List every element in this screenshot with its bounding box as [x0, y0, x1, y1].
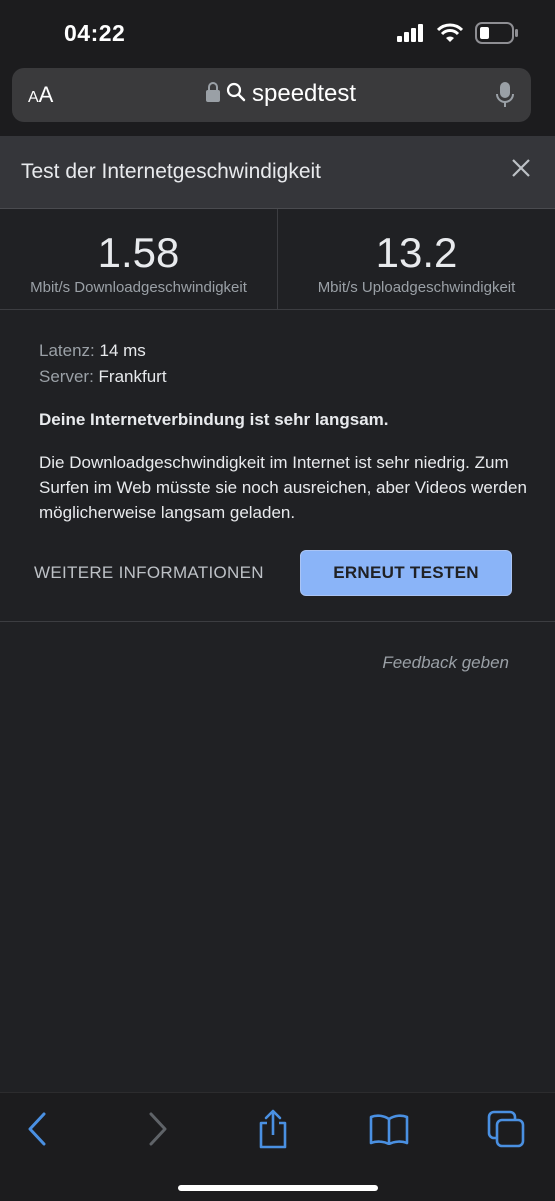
home-indicator: [178, 1185, 378, 1191]
close-icon[interactable]: [511, 158, 531, 183]
text-size-small-label: A: [28, 89, 39, 106]
status-icons: [397, 22, 519, 49]
tabs-icon[interactable]: [486, 1109, 526, 1149]
result-headline: Deine Internetverbindung ist sehr langsa…: [39, 410, 389, 429]
upload-value: 13.2: [375, 229, 458, 276]
download-label: Mbit/s Downloadgeschwindigkeit: [30, 279, 247, 296]
lock-icon: [206, 81, 220, 107]
speedtest-header: Test der Internetgeschwindigkeit: [0, 136, 555, 209]
latency-value: 14 ms: [99, 341, 146, 360]
upload-label: Mbit/s Uploadgeschwindigkeit: [317, 279, 516, 296]
url-text: speedtest: [252, 80, 357, 107]
server-key: Server:: [39, 367, 94, 386]
bookmarks-icon[interactable]: [369, 1109, 409, 1149]
latency-line: Latenz: 14 ms: [39, 338, 529, 364]
divider: [0, 621, 555, 622]
speed-metrics: 1.58 Mbit/s Downloadgeschwindigkeit 13.2…: [0, 209, 555, 310]
signal-icon: [397, 24, 425, 47]
text-size-large-label: A: [38, 82, 54, 107]
browser-top-bar: AA speedtest: [0, 62, 555, 136]
share-icon[interactable]: [253, 1109, 293, 1149]
wifi-icon: [436, 23, 464, 48]
battery-icon: [475, 22, 519, 49]
feedback-link[interactable]: Feedback geben: [382, 653, 509, 673]
server-value: Frankfurt: [98, 367, 167, 386]
text-size-button[interactable]: AA: [28, 82, 53, 108]
server-line: Server: Frankfurt: [39, 364, 529, 390]
status-bar: 04:22: [0, 0, 555, 62]
url-display[interactable]: speedtest: [206, 80, 356, 108]
latency-key: Latenz:: [39, 341, 95, 360]
download-value: 1.58: [97, 229, 180, 276]
widget-title: Test der Internetgeschwindigkeit: [21, 160, 321, 183]
upload-metric: 13.2 Mbit/s Uploadgeschwindigkeit: [278, 209, 555, 309]
retest-button[interactable]: ERNEUT TESTEN: [300, 550, 512, 596]
result-description: Die Downloadgeschwindigkeit im Internet …: [39, 453, 527, 522]
back-icon[interactable]: [17, 1109, 57, 1149]
microphone-icon[interactable]: [495, 81, 515, 114]
search-icon: [226, 82, 246, 107]
forward-icon[interactable]: [138, 1109, 178, 1149]
more-info-button[interactable]: WEITERE INFORMATIONEN: [34, 563, 264, 583]
test-details: Latenz: 14 ms Server: Frankfurt Deine In…: [39, 338, 529, 525]
download-metric: 1.58 Mbit/s Downloadgeschwindigkeit: [0, 209, 278, 309]
status-time: 04:22: [64, 20, 126, 46]
address-bar[interactable]: AA speedtest: [12, 68, 531, 122]
